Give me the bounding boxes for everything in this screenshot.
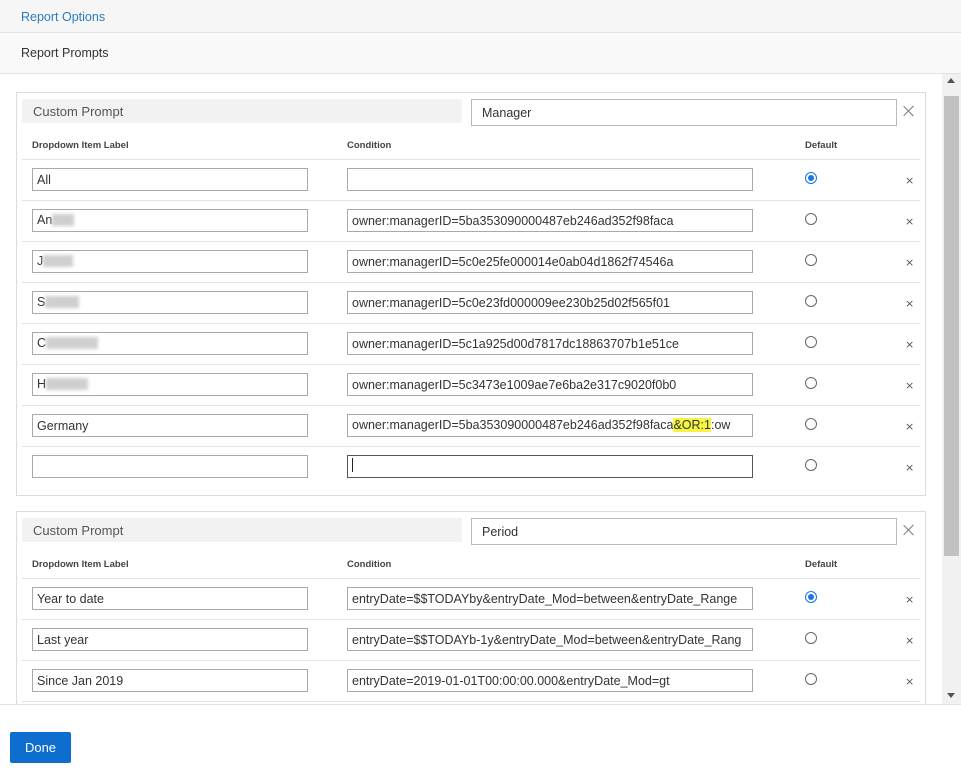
- remove-prompt-icon[interactable]: [903, 524, 915, 536]
- item-condition-input[interactable]: [347, 209, 753, 232]
- item-label-input[interactable]: [32, 587, 308, 610]
- item-label-text: H: [37, 377, 47, 391]
- dropdown-item-row: J ×: [22, 241, 920, 282]
- custom-prompt-header: Custom Prompt: [22, 518, 462, 542]
- prompt-name-input[interactable]: [471, 99, 897, 126]
- item-condition-input[interactable]: [347, 250, 753, 273]
- vertical-scrollbar[interactable]: [942, 74, 961, 704]
- condition-text: owner:managerID=5ba353090000487eb246ad35…: [352, 418, 674, 432]
- text-cursor: [352, 458, 353, 472]
- delete-row-icon[interactable]: ×: [905, 379, 914, 392]
- column-header-default: Default: [805, 140, 838, 151]
- default-radio[interactable]: [805, 336, 817, 348]
- item-condition-input[interactable]: [347, 168, 753, 191]
- custom-prompt-panel-period: Custom Prompt Dropdown Item Label Condit…: [16, 511, 926, 704]
- dropdown-item-row: ×: [22, 619, 920, 660]
- item-label-input[interactable]: [32, 669, 308, 692]
- item-condition-input-focused[interactable]: [347, 455, 753, 478]
- condition-text-suffix: :ow: [710, 418, 731, 432]
- dropdown-item-row: S ×: [22, 282, 920, 323]
- default-radio[interactable]: [805, 377, 817, 389]
- custom-prompt-label: Custom Prompt: [33, 523, 124, 538]
- item-label-text: S: [37, 295, 46, 309]
- default-radio[interactable]: [805, 632, 817, 644]
- dropdown-item-row: ×: [22, 578, 920, 619]
- column-header-label: Dropdown Item Label: [32, 559, 129, 570]
- delete-row-icon[interactable]: ×: [905, 675, 914, 688]
- scrollbar-thumb[interactable]: [944, 96, 959, 556]
- delete-row-icon[interactable]: ×: [905, 215, 914, 228]
- item-label-text: C: [37, 336, 47, 350]
- redacted-text: [43, 255, 74, 267]
- item-label-input[interactable]: J: [32, 250, 308, 273]
- done-button[interactable]: Done: [10, 732, 71, 763]
- prompts-scroll-area[interactable]: Custom Prompt Dropdown Item Label Condit…: [0, 74, 961, 704]
- delete-row-icon[interactable]: ×: [905, 420, 914, 433]
- default-radio[interactable]: [805, 213, 817, 225]
- report-prompts-title: Report Prompts: [21, 46, 109, 60]
- item-condition-input[interactable]: [347, 628, 753, 651]
- dropdown-item-row: C ×: [22, 323, 920, 364]
- redacted-text: [52, 214, 75, 226]
- column-header-condition: Condition: [347, 559, 392, 570]
- default-radio[interactable]: [805, 295, 817, 307]
- delete-row-icon[interactable]: ×: [905, 297, 914, 310]
- redacted-text: [46, 337, 99, 349]
- custom-prompt-panel-manager: Custom Prompt Dropdown Item Label Condit…: [16, 92, 926, 496]
- footer: Done: [0, 704, 961, 771]
- item-label-input[interactable]: [32, 455, 308, 478]
- delete-row-icon[interactable]: ×: [905, 338, 914, 351]
- top-bar: Report Options: [0, 0, 961, 33]
- dropdown-item-row: ×: [22, 159, 920, 200]
- column-header-condition: Condition: [347, 140, 392, 151]
- delete-row-icon[interactable]: ×: [905, 634, 914, 647]
- default-radio[interactable]: [805, 418, 817, 430]
- default-radio-selected[interactable]: [805, 591, 817, 603]
- item-condition-input[interactable]: [347, 373, 753, 396]
- item-condition-input[interactable]: [347, 587, 753, 610]
- dropdown-item-row: owner:managerID=5ba353090000487eb246ad35…: [22, 405, 920, 446]
- item-condition-input[interactable]: [347, 669, 753, 692]
- report-options-link[interactable]: Report Options: [21, 10, 105, 24]
- item-label-input[interactable]: H: [32, 373, 308, 396]
- dropdown-item-row-new: ×: [22, 446, 920, 487]
- redacted-text: [46, 378, 89, 390]
- delete-row-icon[interactable]: ×: [905, 461, 914, 474]
- column-header-default: Default: [805, 559, 838, 570]
- dropdown-item-row: H ×: [22, 364, 920, 405]
- custom-prompt-header: Custom Prompt: [22, 99, 462, 123]
- item-label-text: An: [37, 213, 53, 227]
- item-label-input[interactable]: [32, 628, 308, 651]
- default-radio-selected[interactable]: [805, 172, 817, 184]
- delete-row-icon[interactable]: ×: [905, 256, 914, 269]
- item-condition-input[interactable]: owner:managerID=5ba353090000487eb246ad35…: [347, 414, 753, 437]
- scroll-down-arrow-icon[interactable]: [947, 693, 955, 698]
- item-condition-input[interactable]: [347, 291, 753, 314]
- dropdown-item-row: ×: [22, 660, 920, 701]
- scroll-up-arrow-icon[interactable]: [947, 78, 955, 83]
- prompt-name-input[interactable]: [471, 518, 897, 545]
- delete-row-icon[interactable]: ×: [905, 593, 914, 606]
- dropdown-item-row: An ×: [22, 200, 920, 241]
- item-label-input[interactable]: [32, 414, 308, 437]
- default-radio[interactable]: [805, 459, 817, 471]
- redacted-text: [45, 296, 80, 308]
- remove-prompt-icon[interactable]: [903, 105, 915, 117]
- default-radio[interactable]: [805, 254, 817, 266]
- item-label-input[interactable]: An: [32, 209, 308, 232]
- item-label-input[interactable]: S: [32, 291, 308, 314]
- default-radio[interactable]: [805, 673, 817, 685]
- condition-highlight: &OR:1: [673, 418, 711, 432]
- column-header-label: Dropdown Item Label: [32, 140, 129, 151]
- delete-row-icon[interactable]: ×: [905, 174, 914, 187]
- item-label-input[interactable]: [32, 168, 308, 191]
- item-label-input[interactable]: C: [32, 332, 308, 355]
- item-condition-input[interactable]: [347, 332, 753, 355]
- custom-prompt-label: Custom Prompt: [33, 104, 124, 119]
- report-prompts-header: Report Prompts: [0, 33, 961, 74]
